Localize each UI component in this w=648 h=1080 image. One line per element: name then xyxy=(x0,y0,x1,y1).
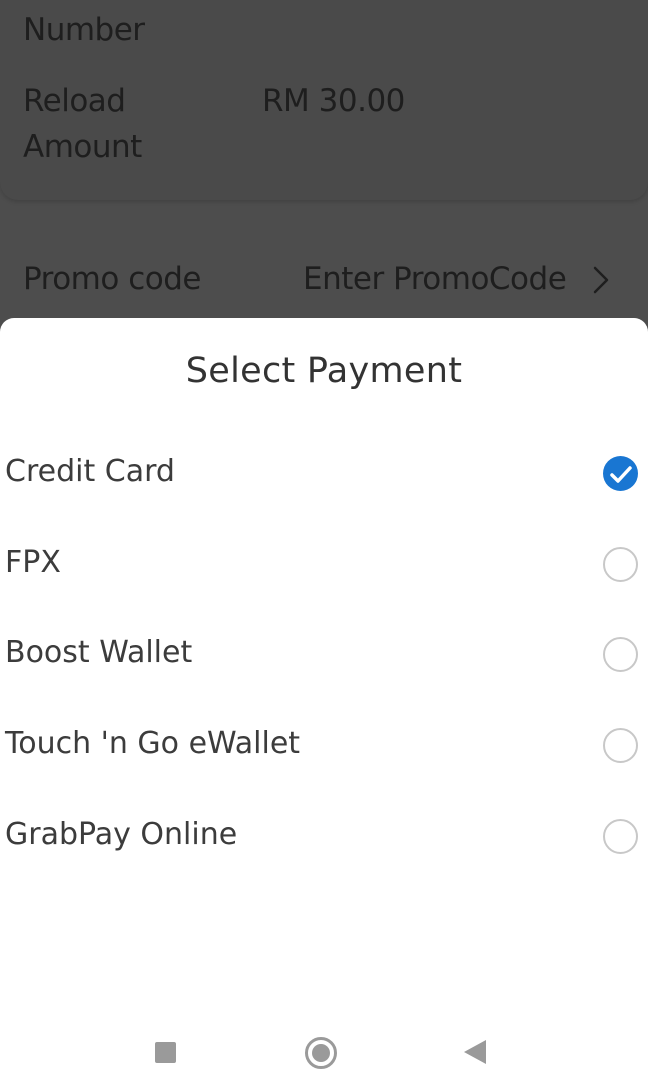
select-payment-sheet: Select Payment Credit Card FPX Boost Wal… xyxy=(0,318,648,1080)
payment-option-touch-n-go[interactable]: Touch 'n Go eWallet xyxy=(0,706,648,786)
back-triangle-icon[interactable] xyxy=(464,1040,486,1064)
radio-checked-icon[interactable] xyxy=(603,456,638,491)
home-circle-icon[interactable] xyxy=(305,1037,337,1069)
promo-code-label: Promo code xyxy=(23,261,201,297)
payment-option-label: Credit Card xyxy=(5,454,175,489)
reload-amount-value: RM 30.00 xyxy=(262,83,405,119)
payment-option-boost-wallet[interactable]: Boost Wallet xyxy=(0,615,648,695)
payment-option-fpx[interactable]: FPX xyxy=(0,525,648,605)
radio-unchecked-icon[interactable] xyxy=(603,819,638,854)
payment-option-credit-card[interactable]: Credit Card xyxy=(0,434,648,514)
payment-option-label: Touch 'n Go eWallet xyxy=(5,726,301,761)
chevron-right-icon[interactable] xyxy=(591,264,611,296)
radio-unchecked-icon[interactable] xyxy=(603,637,638,672)
system-nav-bar xyxy=(0,1020,648,1080)
sheet-title: Select Payment xyxy=(185,351,463,391)
reload-amount-label-line2: Amount xyxy=(23,129,142,165)
radio-unchecked-icon[interactable] xyxy=(603,547,638,582)
recents-square-icon[interactable] xyxy=(155,1042,176,1063)
promo-code-link[interactable]: Enter PromoCode xyxy=(303,261,567,297)
number-label: Number xyxy=(23,12,145,48)
payment-option-label: Boost Wallet xyxy=(5,635,193,670)
reload-amount-label-line1: Reload xyxy=(23,83,126,119)
payment-option-label: GrabPay Online xyxy=(5,817,238,852)
radio-unchecked-icon[interactable] xyxy=(603,728,638,763)
payment-option-grabpay[interactable]: GrabPay Online xyxy=(0,797,648,877)
payment-option-label: FPX xyxy=(5,545,61,580)
order-summary-card: Number Reload Amount RM 30.00 xyxy=(0,0,648,200)
